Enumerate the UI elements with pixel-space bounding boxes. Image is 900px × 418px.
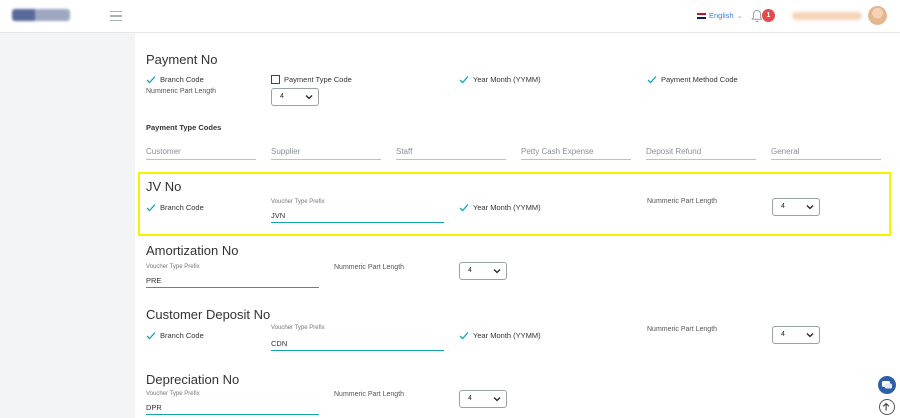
chevron-down-icon [493,269,501,274]
year-month-label: Year Month (YYMM) [473,331,541,340]
payment-branch-code-check[interactable]: Branch Code [146,75,204,84]
branch-code-label: Branch Code [160,203,204,212]
language-selector[interactable]: English ⌄ [697,11,742,20]
chevron-down-icon [806,333,814,338]
payment-method-code-check[interactable]: Payment Method Code [647,75,738,84]
numeric-part-length-label: Nummeric Part Length [647,198,718,205]
payment-numeric-length-select[interactable]: 4 [271,88,319,106]
settings-panel [135,33,900,418]
check-icon [146,332,156,340]
check-icon [459,204,469,212]
depreciation-numeric-length-select[interactable]: 4 [459,390,507,408]
scroll-top-button[interactable] [879,399,895,415]
avatar[interactable] [868,6,887,25]
year-month-label: Year Month (YYMM) [473,203,541,212]
voucher-prefix-label: Voucher Type Prefix [146,391,200,397]
chat-icon [882,381,892,389]
check-icon [459,332,469,340]
supplier-code-field[interactable]: Supplier [271,147,381,160]
chevron-down-icon [806,205,814,210]
branch-code-label: Branch Code [160,75,204,84]
depreciation-voucher-prefix-input[interactable]: DPR [146,403,319,415]
numeric-part-length-label: Nummeric Part Length [647,326,718,333]
checkbox[interactable] [271,75,280,84]
cdn-numeric-length-select[interactable]: 4 [772,326,820,344]
chat-button[interactable] [878,376,896,394]
select-value: 4 [468,267,472,274]
chevron-down-icon [493,397,501,402]
user-name[interactable] [792,12,862,20]
top-bar: English ⌄ 1 [0,0,900,33]
check-icon [647,76,657,84]
amortization-no-title: Amortization No [146,243,239,258]
voucher-prefix-label: Voucher Type Prefix [271,199,325,205]
hamburger-icon[interactable] [110,11,122,22]
jv-branch-code-check[interactable]: Branch Code [146,203,204,212]
petty-cash-code-field[interactable]: Petty Cash Expense [521,147,631,160]
select-value: 4 [781,331,785,338]
numeric-part-length-label: Nummeric Part Length [146,88,217,95]
voucher-prefix-label: Voucher Type Prefix [271,325,325,331]
payment-no-title: Payment No [146,52,218,67]
jv-numeric-length-select[interactable]: 4 [772,198,820,216]
chevron-down-icon: ⌄ [736,12,743,20]
depreciation-no-title: Depreciation No [146,372,240,387]
uk-flag-icon [697,12,706,19]
amortization-voucher-prefix-input[interactable]: PRE [146,276,319,288]
jv-year-month-check[interactable]: Year Month (YYMM) [459,203,541,212]
select-value: 4 [781,203,785,210]
year-month-label: Year Month (YYMM) [473,75,541,84]
general-code-field[interactable]: General [771,147,881,160]
voucher-prefix-label: Voucher Type Prefix [146,264,200,270]
amortization-numeric-length-select[interactable]: 4 [459,262,507,280]
numeric-part-length-label: Nummeric Part Length [334,391,405,398]
arrow-up-icon [882,402,890,411]
deposit-refund-code-field[interactable]: Deposit Refund [646,147,756,160]
payment-type-code-check[interactable]: Payment Type Code [271,75,352,84]
payment-type-codes-heading: Payment Type Codes [146,123,222,132]
jv-voucher-prefix-input[interactable]: JVN [271,211,444,223]
payment-type-code-label: Payment Type Code [284,75,352,84]
check-icon [459,76,469,84]
select-value: 4 [468,395,472,402]
payment-year-month-check[interactable]: Year Month (YYMM) [459,75,541,84]
select-value: 4 [280,93,284,100]
company-logo[interactable] [12,9,70,21]
chevron-down-icon [305,95,313,100]
cdn-voucher-prefix-input[interactable]: CDN [271,339,444,351]
language-label: English [709,11,734,20]
check-icon [146,76,156,84]
staff-code-field[interactable]: Staff [396,147,506,160]
jv-no-title: JV No [146,179,182,194]
customer-code-field[interactable]: Customer [146,147,256,160]
numeric-part-length-label: Nummeric Part Length [334,264,405,271]
customer-deposit-no-title: Customer Deposit No [146,307,271,322]
cdn-year-month-check[interactable]: Year Month (YYMM) [459,331,541,340]
check-icon [146,204,156,212]
notification-badge: 1 [762,9,775,22]
branch-code-label: Branch Code [160,331,204,340]
payment-method-code-label: Payment Method Code [661,75,738,84]
cdn-branch-code-check[interactable]: Branch Code [146,331,204,340]
